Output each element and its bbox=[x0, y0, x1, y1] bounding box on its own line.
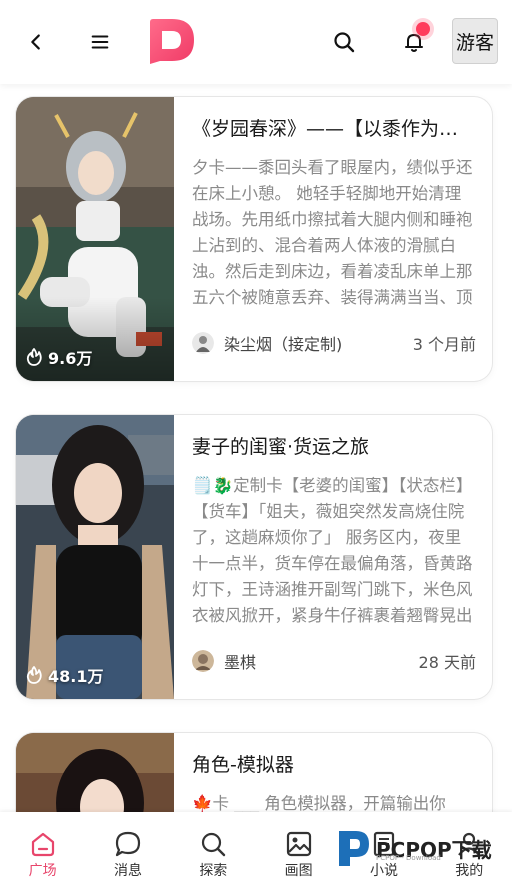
search-button[interactable] bbox=[324, 22, 364, 62]
watermark: PCPOP下载 PCPOP - Download bbox=[336, 824, 496, 872]
app-logo[interactable] bbox=[146, 16, 198, 66]
card-title: 妻子的闺蜜·货运之旅 bbox=[192, 436, 370, 458]
hamburger-icon bbox=[91, 35, 109, 49]
nav-item-messages[interactable]: 消息 bbox=[85, 812, 170, 888]
avatar bbox=[192, 332, 214, 354]
popularity-count: 48.1万 bbox=[26, 663, 103, 687]
nav-item-explore[interactable]: 探索 bbox=[171, 812, 256, 888]
card-description: 🗒️🐉定制卡【老婆的闺蜜】【状态栏】【货车】「姐夫，薇姐突然发高烧住院了，这趟麻… bbox=[192, 476, 473, 625]
fire-icon bbox=[26, 666, 42, 684]
top-bar: 游客 bbox=[0, 0, 512, 84]
popularity-count: 9.6万 bbox=[26, 345, 92, 369]
nav-item-draw[interactable]: 画图 bbox=[256, 812, 341, 888]
fire-icon bbox=[26, 348, 42, 366]
story-card[interactable]: 48.1万 妻子的闺蜜·货运之旅 🗒️🐉定制卡【老婆的闺蜜】【状态栏】【货车】「… bbox=[16, 415, 492, 699]
avatar bbox=[192, 650, 214, 672]
cover-image bbox=[16, 97, 174, 381]
cover-image bbox=[16, 415, 174, 699]
story-card[interactable]: 9.6万 《岁园春深》——【以黍作为… 夕卡——黍回头看了眼屋内，绩似乎还在床上… bbox=[16, 97, 492, 381]
chevron-left-icon bbox=[31, 34, 40, 50]
post-time: 3 个月前 bbox=[412, 335, 476, 354]
card-description: 夕卡——黍回头看了眼屋内，绩似乎还在床上小憩。 她轻手轻脚地开始清理战场。先用纸… bbox=[192, 158, 473, 307]
chat-bubble-icon bbox=[115, 831, 141, 857]
notification-badge bbox=[416, 22, 430, 36]
back-button[interactable] bbox=[16, 22, 56, 62]
search-icon bbox=[334, 32, 355, 53]
post-time: 28 天前 bbox=[418, 653, 476, 672]
watermark-logo-icon bbox=[339, 831, 369, 866]
search-icon bbox=[202, 832, 226, 857]
card-title: 角色-模拟器 bbox=[192, 754, 294, 776]
author-name[interactable]: 染尘烟（接定制) bbox=[224, 331, 413, 355]
card-title: 《岁园春深》——【以黍作为… bbox=[192, 118, 459, 140]
nav-item-square[interactable]: 广场 bbox=[0, 812, 85, 888]
guest-login-button[interactable]: 游客 bbox=[452, 18, 498, 64]
image-icon bbox=[286, 831, 311, 857]
author-name[interactable]: 墨棋 bbox=[224, 649, 419, 673]
menu-button[interactable] bbox=[80, 22, 120, 62]
home-icon bbox=[31, 832, 54, 857]
